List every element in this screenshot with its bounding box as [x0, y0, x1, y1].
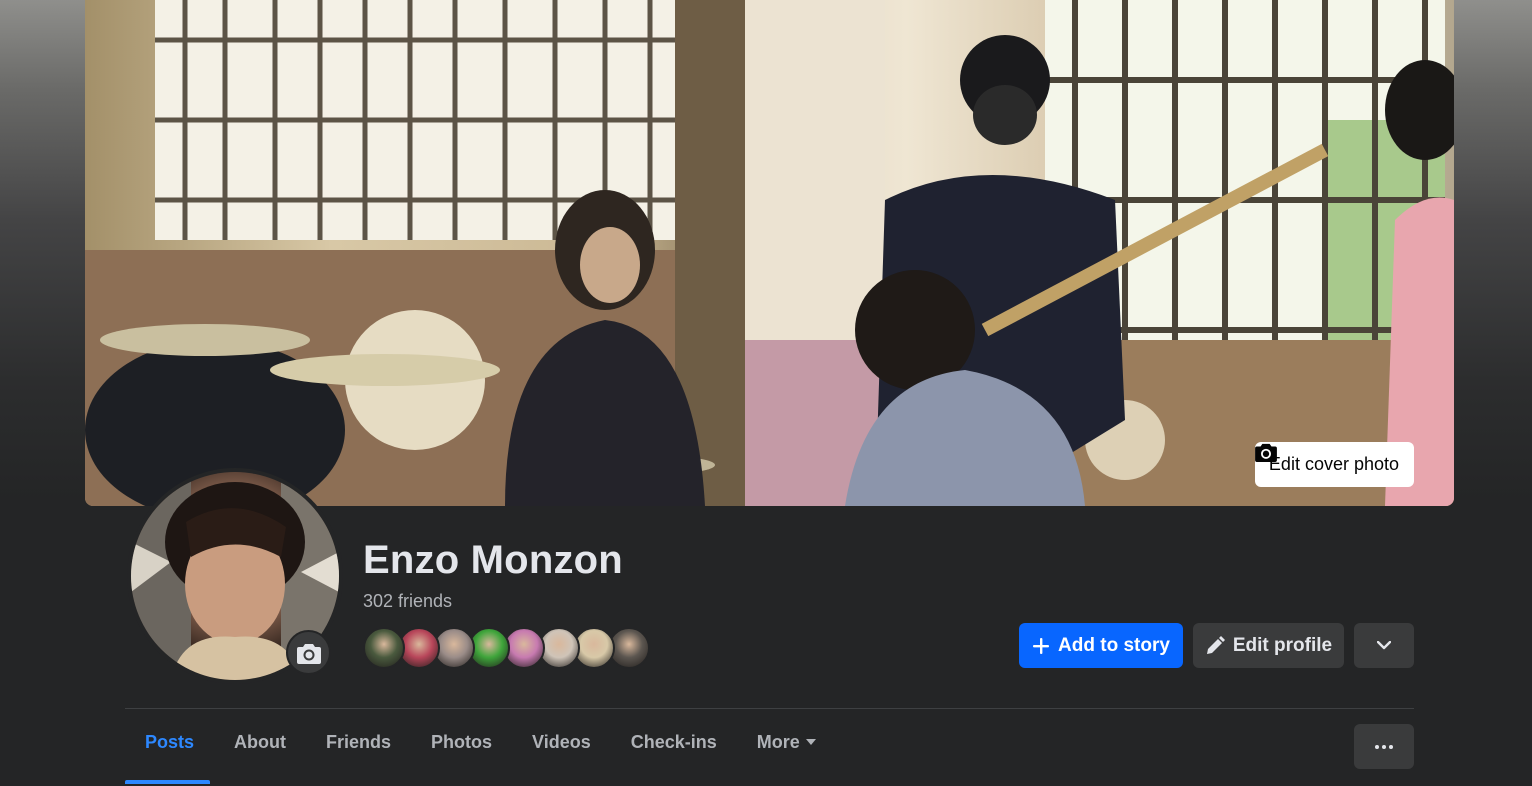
plus-icon [1033, 637, 1050, 654]
friend-avatar-list [363, 627, 650, 669]
tab-videos[interactable]: Videos [512, 712, 611, 772]
friend-avatar[interactable] [363, 627, 405, 669]
add-to-story-button[interactable]: Add to story [1019, 623, 1183, 668]
tab-label: About [234, 731, 287, 752]
edit-profile-button[interactable]: Edit profile [1193, 623, 1344, 668]
profile-options-button[interactable] [1354, 623, 1414, 668]
add-to-story-label: Add to story [1058, 634, 1170, 656]
header-divider [125, 708, 1414, 709]
tab-label: Posts [145, 731, 195, 752]
tab-label: Videos [532, 731, 591, 752]
tab-check-ins[interactable]: Check-ins [611, 712, 737, 772]
camera-icon [1255, 443, 1277, 462]
tab-about[interactable]: About [214, 712, 306, 772]
friend-count-link[interactable]: 302 friends [363, 591, 452, 612]
tab-label: Friends [326, 731, 392, 752]
update-profile-picture-button[interactable] [286, 630, 331, 675]
tab-photos[interactable]: Photos [411, 712, 512, 772]
ellipsis-icon [1375, 744, 1393, 749]
tab-posts[interactable]: Posts [125, 712, 214, 772]
tab-label: More [756, 731, 800, 752]
profile-tabs: Posts About Friends Photos Videos Check-ins Mo… [125, 724, 836, 784]
tab-friends[interactable]: Friends [306, 712, 411, 772]
caret-down-icon [805, 739, 816, 745]
camera-icon [296, 643, 321, 664]
tabs-more-options-button[interactable] [1354, 724, 1414, 769]
pencil-icon [1206, 635, 1225, 654]
tab-label: Photos [431, 731, 493, 752]
edit-cover-photo-label: Edit cover photo [1268, 454, 1399, 474]
profile-name: Enzo Monzon [363, 538, 623, 582]
edit-cover-photo-button[interactable]: Edit cover photo [1254, 442, 1414, 487]
tab-more[interactable]: More [737, 712, 836, 772]
cover-photo[interactable]: Edit cover photo [85, 0, 1454, 506]
cover-photo-image [85, 0, 1454, 506]
edit-profile-label: Edit profile [1232, 634, 1333, 656]
tab-label: Check-ins [630, 731, 717, 752]
chevron-down-icon [1377, 641, 1391, 650]
active-tab-indicator [125, 780, 210, 784]
